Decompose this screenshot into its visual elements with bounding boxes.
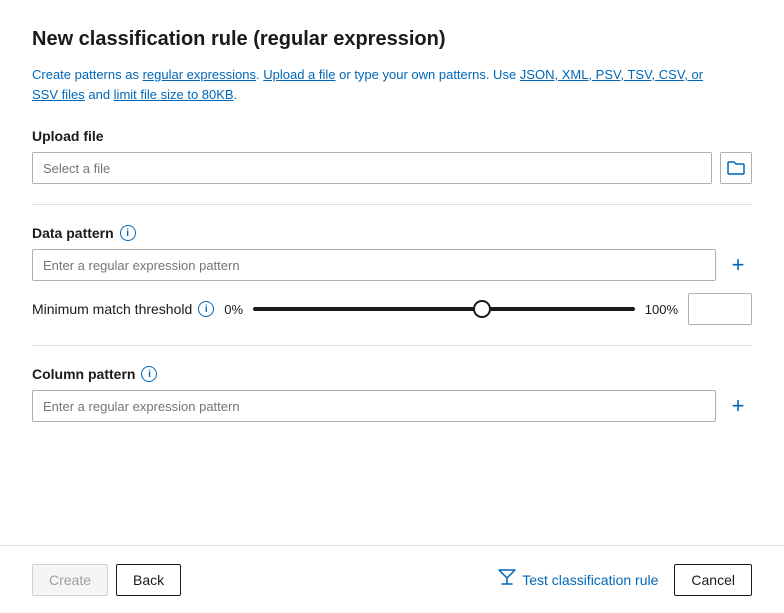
divider-2 [32, 345, 752, 346]
threshold-row: Minimum match threshold i 0% 100% ▲ ▼ [32, 293, 752, 325]
column-pattern-input[interactable] [32, 390, 716, 422]
cancel-button[interactable]: Cancel [674, 564, 752, 596]
column-pattern-info-icon[interactable]: i [141, 366, 157, 382]
column-pattern-section: Column pattern i + [32, 366, 752, 422]
description-text-4: and [85, 87, 114, 102]
threshold-value-input[interactable] [689, 294, 752, 324]
data-pattern-info-icon[interactable]: i [120, 225, 136, 241]
upload-file-link[interactable]: Upload a file [263, 67, 335, 82]
data-pattern-add-button[interactable]: + [724, 251, 752, 279]
footer-left: Create Back [32, 564, 181, 596]
data-pattern-label: Data pattern i [32, 225, 752, 241]
test-icon [498, 569, 516, 590]
upload-file-input[interactable] [32, 152, 712, 184]
file-size-link[interactable]: limit file size to 80KB [114, 87, 234, 102]
browse-folder-button[interactable] [720, 152, 752, 184]
upload-file-section: Upload file [32, 128, 752, 184]
regular-expressions-link[interactable]: regular expressions [143, 67, 256, 82]
back-button[interactable]: Back [116, 564, 181, 596]
threshold-min-label: 0% [224, 302, 243, 317]
create-button[interactable]: Create [32, 564, 108, 596]
description-text-5: . [234, 87, 238, 102]
threshold-spinbox[interactable]: ▲ ▼ [688, 293, 752, 325]
description-text-1: Create patterns as [32, 67, 143, 82]
divider-1 [32, 204, 752, 205]
footer: Create Back Test classification rule Can… [0, 545, 784, 613]
data-pattern-input[interactable] [32, 249, 716, 281]
page-title: New classification rule (regular express… [32, 28, 752, 51]
description-text-3: or type your own patterns. Use [336, 67, 520, 82]
footer-right: Test classification rule Cancel [498, 564, 752, 596]
test-classification-rule-button[interactable]: Test classification rule [498, 569, 658, 590]
test-label: Test classification rule [522, 572, 658, 588]
upload-file-label: Upload file [32, 128, 752, 144]
description: Create patterns as regular expressions. … [32, 65, 732, 104]
threshold-max-label: 100% [645, 302, 678, 317]
slider-track [253, 307, 635, 311]
slider-container[interactable] [253, 299, 635, 319]
folder-icon [727, 160, 745, 176]
threshold-label: Minimum match threshold i [32, 301, 214, 317]
threshold-info-icon[interactable]: i [198, 301, 214, 317]
slider-thumb[interactable] [473, 300, 491, 318]
column-pattern-add-button[interactable]: + [724, 392, 752, 420]
column-pattern-label: Column pattern i [32, 366, 752, 382]
data-pattern-section: Data pattern i + Minimum match threshold… [32, 225, 752, 325]
